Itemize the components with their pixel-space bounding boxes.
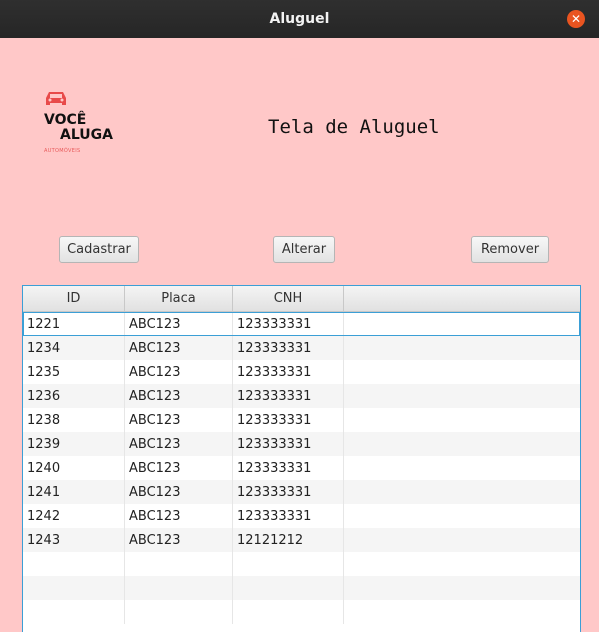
table-cell: ABC123	[125, 384, 233, 408]
table-row-empty	[23, 600, 580, 624]
table-cell: ABC123	[125, 312, 233, 336]
table-cell: 123333331	[233, 312, 344, 336]
main-panel: VOCÊ ALUGA AUTOMÓVEIS Tela de Aluguel Ca…	[0, 38, 599, 632]
table-row[interactable]: 1239 ABC123 123333331	[23, 432, 580, 456]
table-cell-empty	[23, 552, 125, 576]
table-cell-empty	[23, 576, 125, 600]
table-cell: 123333331	[233, 360, 344, 384]
table-cell: 123333331	[233, 432, 344, 456]
alterar-button[interactable]: Alterar	[273, 236, 335, 263]
table-cell-empty	[233, 600, 344, 624]
table-cell: 123333331	[233, 480, 344, 504]
table-cell: ABC123	[125, 528, 233, 552]
table-cell-filler	[344, 336, 580, 360]
table-cell: ABC123	[125, 504, 233, 528]
table-cell: 12121212	[233, 528, 344, 552]
rentals-table[interactable]: ID Placa CNH 1221 ABC123 123333331 1234 ABC1…	[22, 285, 581, 632]
table-cell: ABC123	[125, 432, 233, 456]
table-cell-filler	[344, 504, 580, 528]
table-cell: ABC123	[125, 408, 233, 432]
table-cell-filler	[344, 360, 580, 384]
table-cell-empty	[125, 600, 233, 624]
brand-logo: VOCÊ ALUGA AUTOMÓVEIS	[44, 90, 154, 170]
close-window-button[interactable]: ✕	[567, 10, 585, 28]
table-body: 1221 ABC123 123333331 1234 ABC123 123333331 12…	[23, 312, 580, 624]
table-row[interactable]: 1236 ABC123 123333331	[23, 384, 580, 408]
column-header-filler	[344, 286, 580, 311]
table-cell-filler	[344, 480, 580, 504]
table-cell: 123333331	[233, 456, 344, 480]
table-cell: 123333331	[233, 504, 344, 528]
table-header: ID Placa CNH	[23, 286, 580, 312]
table-row[interactable]: 1238 ABC123 123333331	[23, 408, 580, 432]
table-cell-filler	[344, 528, 580, 552]
table-cell-empty	[233, 552, 344, 576]
table-cell: ABC123	[125, 480, 233, 504]
window-titlebar: Aluguel ✕	[0, 0, 599, 38]
table-cell: 1239	[23, 432, 125, 456]
table-cell-empty	[125, 576, 233, 600]
table-row[interactable]: 1234 ABC123 123333331	[23, 336, 580, 360]
page-title: Tela de Aluguel	[268, 116, 440, 138]
logo-text-line2: ALUGA	[60, 127, 113, 143]
table-cell-filler	[344, 432, 580, 456]
table-cell: 123333331	[233, 408, 344, 432]
table-cell: 123333331	[233, 336, 344, 360]
table-cell-empty	[344, 576, 580, 600]
table-cell: 1235	[23, 360, 125, 384]
cadastrar-button[interactable]: Cadastrar	[59, 236, 139, 263]
table-row[interactable]: 1221 ABC123 123333331	[23, 312, 580, 336]
table-cell: 1240	[23, 456, 125, 480]
column-header-placa[interactable]: Placa	[125, 286, 233, 311]
remover-button[interactable]: Remover	[471, 236, 549, 263]
table-cell: 1241	[23, 480, 125, 504]
column-header-cnh[interactable]: CNH	[233, 286, 344, 311]
table-cell: 1234	[23, 336, 125, 360]
close-icon: ✕	[570, 12, 582, 26]
table-cell: ABC123	[125, 456, 233, 480]
table-cell-empty	[125, 552, 233, 576]
column-header-id[interactable]: ID	[23, 286, 125, 311]
table-cell-empty	[344, 600, 580, 624]
table-row[interactable]: 1240 ABC123 123333331	[23, 456, 580, 480]
table-cell: 1221	[23, 312, 125, 336]
table-cell-filler	[344, 408, 580, 432]
table-row-empty	[23, 552, 580, 576]
table-cell: 1242	[23, 504, 125, 528]
table-cell: ABC123	[125, 336, 233, 360]
table-cell-filler	[344, 456, 580, 480]
table-row[interactable]: 1235 ABC123 123333331	[23, 360, 580, 384]
logo-subtitle: AUTOMÓVEIS	[44, 148, 81, 154]
table-cell: 1236	[23, 384, 125, 408]
table-cell: 123333331	[233, 384, 344, 408]
table-row[interactable]: 1242 ABC123 123333331	[23, 504, 580, 528]
table-row[interactable]: 1241 ABC123 123333331	[23, 480, 580, 504]
table-cell-empty	[23, 600, 125, 624]
table-row-empty	[23, 576, 580, 600]
table-cell: 1238	[23, 408, 125, 432]
table-cell-empty	[233, 576, 344, 600]
table-cell-filler	[344, 312, 580, 336]
table-row[interactable]: 1243 ABC123 12121212	[23, 528, 580, 552]
logo-text-line1: VOCÊ	[44, 112, 87, 128]
window-title: Aluguel	[269, 11, 330, 27]
table-cell: 1243	[23, 528, 125, 552]
car-icon	[46, 92, 66, 105]
table-cell: ABC123	[125, 360, 233, 384]
table-cell-empty	[344, 552, 580, 576]
table-cell-filler	[344, 384, 580, 408]
